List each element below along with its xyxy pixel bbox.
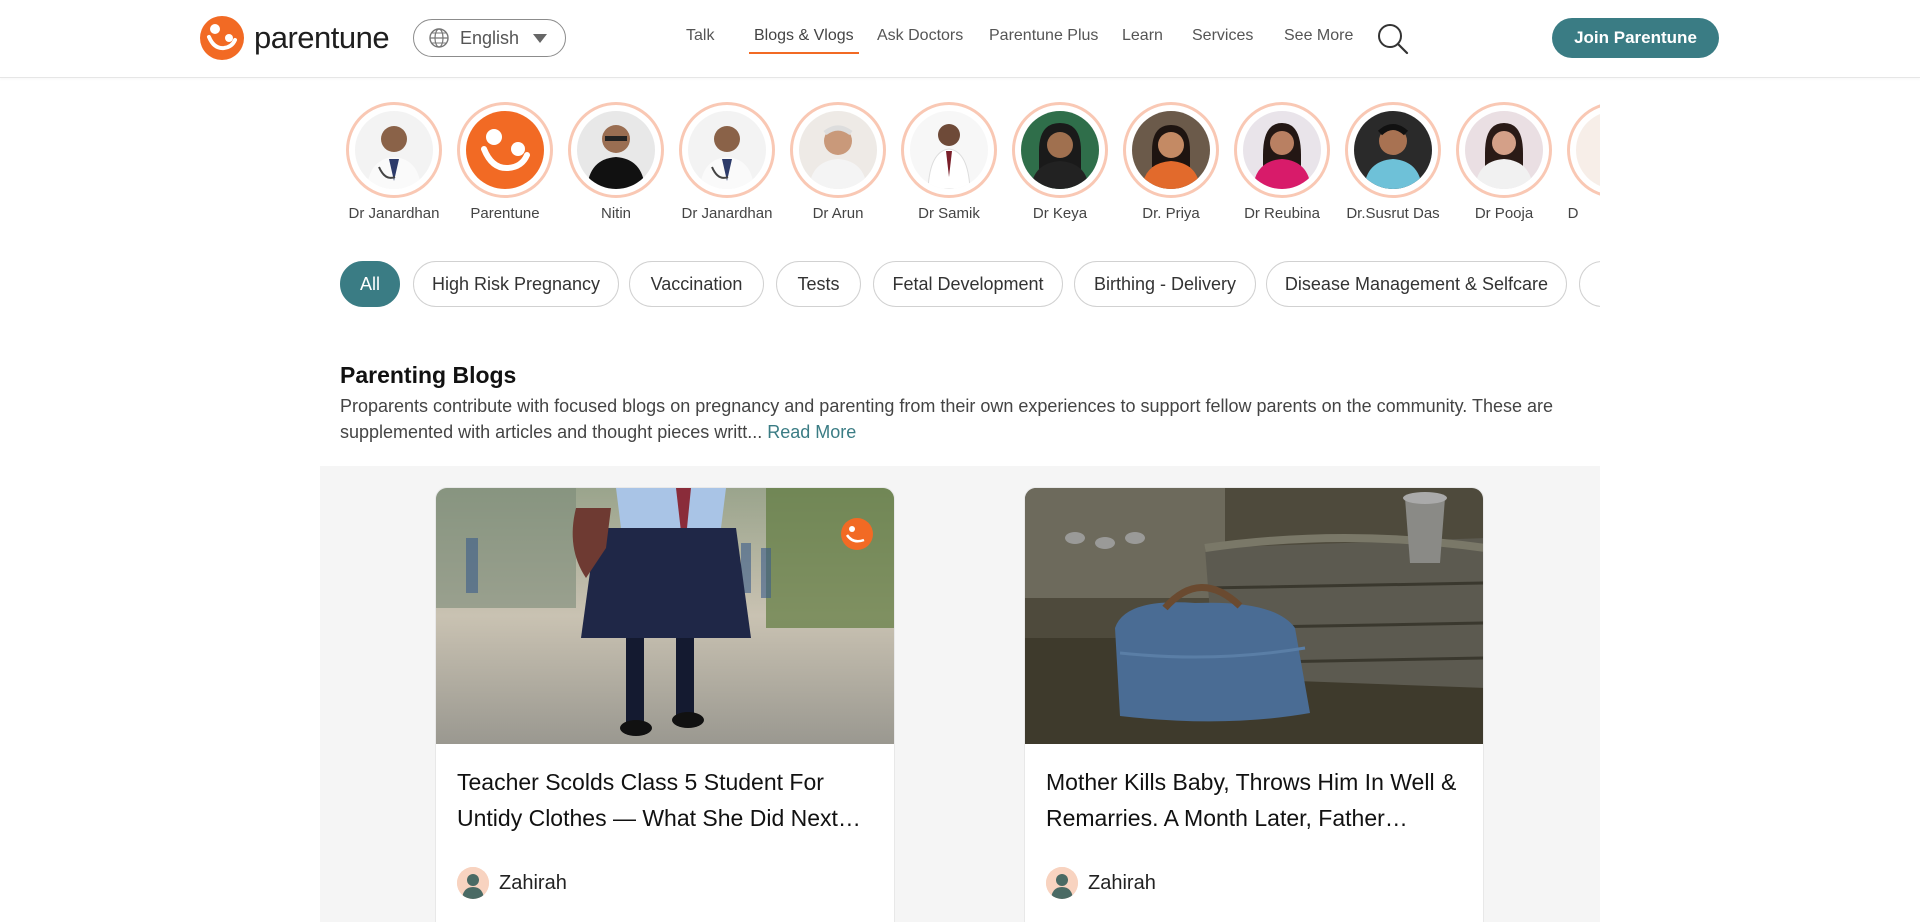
parentune-logo[interactable]: parentune bbox=[200, 16, 390, 60]
avatar bbox=[688, 111, 766, 189]
avatar bbox=[1021, 111, 1099, 189]
site-header: parentune English Talk Blogs & Vlogs Ask… bbox=[0, 0, 1920, 78]
blog-card-image bbox=[1025, 488, 1483, 744]
read-more-link[interactable]: Read More bbox=[767, 422, 856, 442]
avatar bbox=[1576, 111, 1600, 189]
brand-name: parentune bbox=[254, 20, 390, 55]
page-title: Parenting Blogs bbox=[340, 362, 517, 388]
chip-more[interactable] bbox=[1579, 261, 1600, 307]
chip-vaccination[interactable]: Vaccination bbox=[629, 261, 764, 307]
avatar bbox=[910, 111, 988, 189]
nav-ask-doctors[interactable]: Ask Doctors bbox=[877, 27, 963, 45]
category-filter: All High Risk Pregnancy Vaccination Test… bbox=[340, 261, 1600, 307]
language-label: English bbox=[460, 27, 520, 48]
author-name: Zahirah bbox=[1088, 871, 1156, 894]
nav-parentune-plus[interactable]: Parentune Plus bbox=[989, 27, 1098, 45]
chip-disease-management-selfcare[interactable]: Disease Management & Selfcare bbox=[1266, 261, 1567, 307]
nav-see-more[interactable]: See More bbox=[1284, 27, 1353, 45]
blog-card-image bbox=[436, 488, 894, 744]
author-name: Zahirah bbox=[499, 871, 567, 894]
blog-cards-area: Teacher Scolds Class 5 Student For Untid… bbox=[320, 466, 1600, 922]
blogs-description: Proparents contribute with focused blogs… bbox=[340, 393, 1600, 445]
nav-blogs-vlogs[interactable]: Blogs & Vlogs bbox=[749, 27, 859, 54]
avatar bbox=[1354, 111, 1432, 189]
avatar bbox=[466, 111, 544, 189]
parentune-logo-icon bbox=[200, 16, 244, 60]
avatar bbox=[1046, 867, 1078, 899]
language-selector[interactable]: English bbox=[413, 19, 566, 57]
nav-services[interactable]: Services bbox=[1192, 27, 1253, 45]
blog-card-title[interactable]: Teacher Scolds Class 5 Student For Untid… bbox=[457, 764, 877, 836]
nav-talk[interactable]: Talk bbox=[686, 27, 714, 45]
expert-name: D bbox=[1567, 205, 1579, 222]
chip-high-risk-pregnancy[interactable]: High Risk Pregnancy bbox=[413, 261, 619, 307]
nav-learn[interactable]: Learn bbox=[1122, 27, 1163, 45]
search-icon[interactable] bbox=[1376, 22, 1410, 56]
globe-icon bbox=[429, 28, 449, 48]
experts-carousel: Dr Janardhan Parentune Nitin Dr Janardha… bbox=[338, 100, 1600, 228]
avatar bbox=[799, 111, 877, 189]
blog-card-title[interactable]: Mother Kills Baby, Throws Him In Well & … bbox=[1046, 764, 1466, 836]
avatar bbox=[457, 867, 489, 899]
avatar bbox=[355, 111, 433, 189]
join-parentune-button[interactable]: Join Parentune bbox=[1552, 18, 1719, 58]
chip-tests[interactable]: Tests bbox=[776, 261, 861, 307]
avatar bbox=[577, 111, 655, 189]
avatar bbox=[1465, 111, 1543, 189]
blog-card[interactable]: Mother Kills Baby, Throws Him In Well & … bbox=[1024, 487, 1484, 922]
chip-all[interactable]: All bbox=[340, 261, 400, 307]
chip-fetal-development[interactable]: Fetal Development bbox=[873, 261, 1063, 307]
blog-card-author[interactable]: Zahirah bbox=[457, 867, 567, 899]
chevron-down-icon bbox=[533, 33, 548, 43]
avatar bbox=[1243, 111, 1321, 189]
blog-card[interactable]: Teacher Scolds Class 5 Student For Untid… bbox=[435, 487, 895, 922]
blogs-description-text: Proparents contribute with focused blogs… bbox=[340, 396, 1554, 442]
blog-card-author[interactable]: Zahirah bbox=[1046, 867, 1156, 899]
chip-birthing-delivery[interactable]: Birthing - Delivery bbox=[1074, 261, 1256, 307]
avatar bbox=[1132, 111, 1210, 189]
